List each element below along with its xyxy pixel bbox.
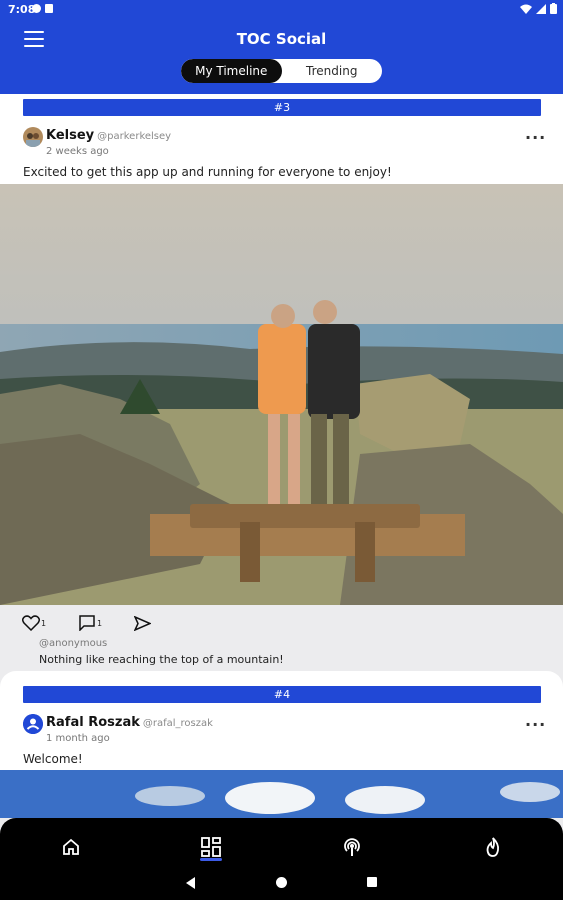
tab-my-timeline[interactable]: My Timeline	[181, 59, 282, 83]
wifi-icon	[520, 4, 532, 14]
more-options-icon[interactable]: ···	[525, 128, 546, 147]
post-photo[interactable]	[0, 770, 563, 818]
send-icon	[134, 615, 151, 631]
author-handle: @rafal_roszak	[142, 718, 213, 729]
post-timestamp: 2 weeks ago	[46, 146, 109, 157]
post-actions: 1 1 @anonymous Nothing like reaching the…	[0, 605, 563, 671]
avatar[interactable]	[23, 127, 43, 147]
fire-icon	[486, 837, 500, 857]
timeline-toggle: My Timeline Trending	[181, 59, 382, 83]
post-author[interactable]: Rafal Roszak @rafal_roszak	[46, 715, 213, 730]
comment-username[interactable]: @anonymous	[39, 638, 107, 649]
podcast-icon	[344, 838, 360, 856]
post-text: Excited to get this app up and running f…	[23, 165, 392, 179]
system-icons	[520, 3, 557, 14]
status-bar: 7:08	[0, 0, 563, 20]
nav-home[interactable]	[57, 833, 85, 861]
dashboard-icon	[201, 837, 221, 857]
post-card: #4 Rafal Roszak @rafal_roszak 1 month ago…	[0, 671, 563, 818]
notification-icons	[32, 4, 53, 13]
share-button[interactable]	[134, 614, 151, 632]
author-name: Kelsey	[46, 128, 95, 143]
comment-icon	[79, 615, 95, 631]
comment-count: 1	[97, 618, 103, 628]
like-count: 1	[41, 618, 47, 628]
app-bar: 7:08 TOC Social My Timeline Trending	[0, 0, 563, 94]
notification-icon	[32, 4, 41, 13]
post-number-badge: #3	[23, 99, 541, 116]
home-button[interactable]	[276, 877, 287, 888]
post-timestamp: 1 month ago	[46, 733, 110, 744]
sim-icon	[45, 4, 53, 13]
like-button[interactable]: 1	[22, 614, 46, 632]
more-options-icon[interactable]: ···	[525, 715, 546, 734]
post-card: #3 Kelsey @parkerkelsey 2 weeks ago ··· E…	[0, 94, 563, 605]
nav-podcast[interactable]	[338, 833, 366, 861]
app-title: TOC Social	[236, 30, 327, 48]
comment-button[interactable]: 1	[78, 614, 102, 632]
recents-button[interactable]	[367, 877, 377, 887]
home-icon	[63, 838, 79, 855]
nav-trending[interactable]	[479, 833, 507, 861]
nav-dashboard[interactable]	[197, 833, 225, 861]
back-button[interactable]	[186, 877, 196, 889]
post-number-badge: #4	[23, 686, 541, 703]
avatar[interactable]	[23, 714, 43, 734]
active-tab-indicator	[200, 858, 222, 861]
heart-icon	[22, 615, 40, 631]
author-handle: @parkerkelsey	[97, 131, 172, 142]
post-photo[interactable]	[0, 184, 563, 605]
post-author[interactable]: Kelsey @parkerkelsey	[46, 128, 171, 143]
post-text: Welcome!	[23, 752, 83, 766]
author-name: Rafal Roszak	[46, 715, 140, 730]
tab-trending[interactable]: Trending	[282, 59, 383, 83]
signal-icon	[536, 3, 546, 14]
bottom-navigation	[0, 818, 563, 900]
battery-icon	[550, 3, 557, 14]
comment-text: Nothing like reaching the top of a mount…	[39, 653, 284, 666]
